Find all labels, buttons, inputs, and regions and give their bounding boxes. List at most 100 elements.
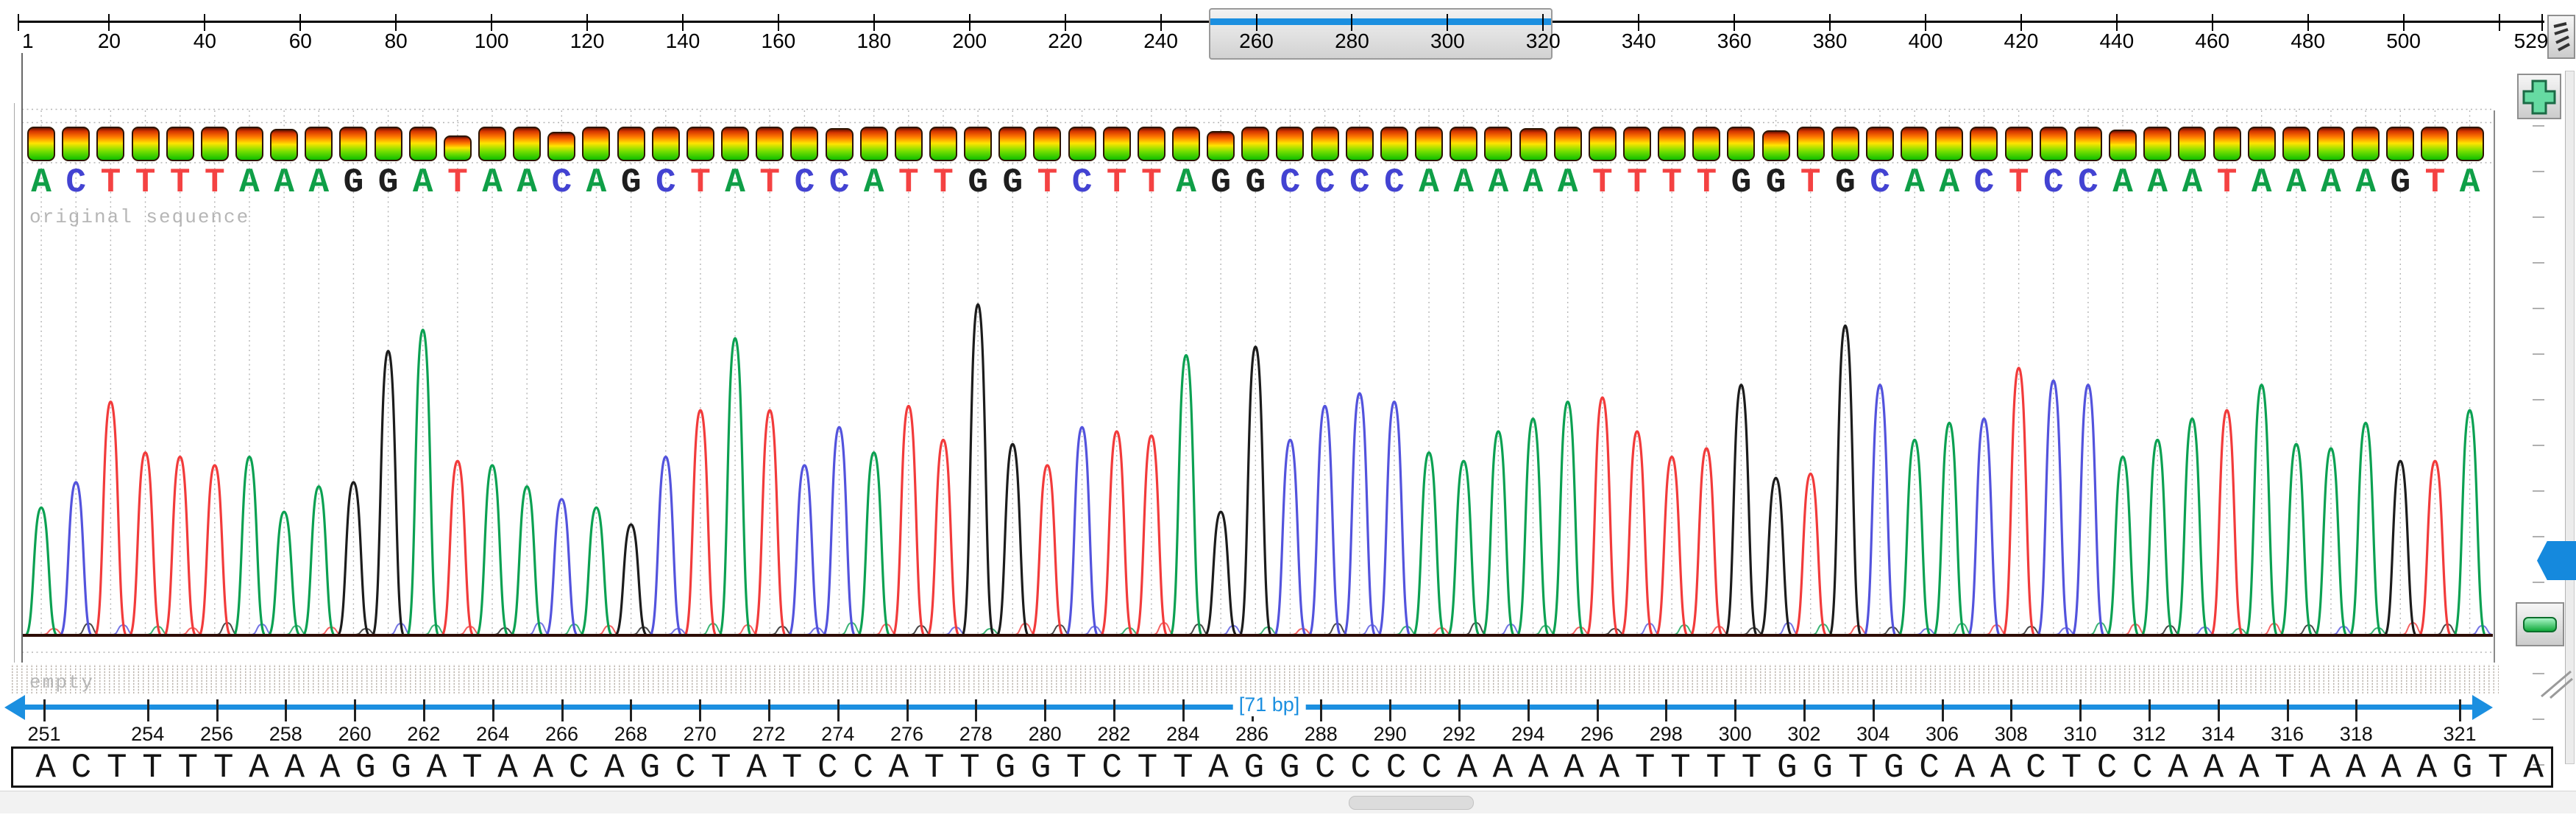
called-base-letter: T: [1696, 163, 1717, 202]
plain-base-letter: G: [995, 749, 1015, 787]
plain-base-letter: A: [1528, 749, 1549, 787]
ruler-tick: [1256, 14, 1257, 31]
plain-base-letter: A: [1955, 749, 1976, 787]
quality-block: [478, 127, 506, 161]
scale-label: 318: [2340, 723, 2373, 746]
plain-base-letter: T: [107, 749, 127, 787]
scale-label: 290: [1374, 723, 1407, 746]
zoom-in-button[interactable]: [2517, 74, 2561, 119]
called-base-letter: A: [2147, 163, 2168, 202]
called-base-letter: A: [2286, 163, 2307, 202]
scale-tick: [837, 699, 840, 721]
quality-block: [721, 127, 749, 161]
scale-label: 306: [1926, 723, 1959, 746]
zoom-out-button[interactable]: [2516, 602, 2564, 646]
scale-tick: [2287, 699, 2289, 721]
quality-block: [1415, 127, 1443, 161]
quality-block: [652, 127, 680, 161]
called-base-letter: T: [205, 163, 225, 202]
called-base-letter: G: [1210, 163, 1231, 202]
quality-block: [444, 135, 472, 161]
plain-base-letter: A: [533, 749, 554, 787]
called-base-letter: T: [2217, 163, 2238, 202]
zoom-slider-dash: [2533, 582, 2544, 583]
scale-tick: [1665, 699, 1667, 721]
scale-tick: [561, 699, 564, 721]
quality-block: [201, 127, 229, 161]
plain-base-letter: G: [1777, 749, 1798, 787]
scale-tick: [1873, 699, 1875, 721]
called-base-letter: A: [2182, 163, 2203, 202]
scale-tick: [354, 699, 356, 721]
quality-block: [964, 127, 992, 161]
quality-block: [1241, 127, 1269, 161]
scale-label: 260: [338, 723, 372, 746]
ruler-tick: [2403, 14, 2405, 31]
scale-tick: [216, 699, 219, 721]
plain-base-letter: C: [1919, 749, 1940, 787]
quality-block: [1658, 127, 1686, 161]
quality-block: [166, 127, 194, 161]
horizontal-scrollbar-thumb[interactable]: [1349, 796, 1474, 810]
plain-base-letter: A: [35, 749, 56, 787]
ruler-label: 80: [385, 29, 408, 53]
called-base-letter: T: [1627, 163, 1647, 202]
scale-label: 268: [614, 723, 647, 746]
scale-tick: [492, 699, 494, 721]
chromatogram-viewer: 1204060801001201401601802002202402602803…: [0, 0, 2576, 826]
scale-tick: [1113, 699, 1115, 721]
scale-tick: [1942, 699, 1944, 721]
scale-label: 276: [890, 723, 923, 746]
plain-base-letter: A: [2416, 749, 2437, 787]
quality-block: [270, 129, 298, 161]
quality-block: [235, 127, 263, 161]
scale-label: 256: [200, 723, 233, 746]
ruler-label: 1: [22, 29, 34, 53]
ruler-label: 480: [2291, 29, 2325, 53]
plain-base-letter: T: [1066, 749, 1087, 787]
ruler-label: 420: [2004, 29, 2039, 53]
ruler-tick: [18, 14, 19, 31]
horizontal-scrollbar[interactable]: [0, 791, 2576, 813]
ruler-label: 40: [194, 29, 216, 53]
ruler-tick: [969, 14, 971, 31]
ruler-tick: [873, 14, 875, 31]
quality-block: [686, 127, 714, 161]
quality-block: [62, 127, 90, 161]
quality-block: [1311, 127, 1339, 161]
plain-base-letter: C: [675, 749, 696, 787]
zoom-slider-track[interactable]: [2565, 71, 2575, 764]
ruler-tick: [1734, 14, 1735, 31]
called-base-letter: C: [1072, 163, 1093, 202]
called-base-letter: T: [170, 163, 191, 202]
called-base-letter: C: [1315, 163, 1335, 202]
ruler-tick: [2116, 14, 2118, 31]
plain-base-letter: C: [1422, 749, 1442, 787]
plus-icon: [2520, 77, 2558, 116]
plain-base-letter: G: [1031, 749, 1051, 787]
ruler-tick: [1542, 14, 1544, 31]
ruler-label: 160: [762, 29, 796, 53]
quality-block: [2005, 127, 2033, 161]
original-sequence-label: original sequence: [29, 206, 249, 228]
scale-label: 286: [1235, 723, 1269, 746]
scale-label: 302: [1787, 723, 1820, 746]
corner-button[interactable]: [2547, 15, 2575, 59]
plain-base-letter: A: [604, 749, 625, 787]
scale-tick: [2079, 699, 2082, 721]
plain-base-letter: C: [1101, 749, 1122, 787]
quality-block: [2352, 127, 2380, 161]
called-base-letter: C: [65, 163, 86, 202]
plain-base-letter: A: [2239, 749, 2260, 787]
scale-tick: [975, 699, 977, 721]
plain-base-letter: C: [2026, 749, 2046, 787]
called-base-letter: A: [2252, 163, 2272, 202]
plain-base-letter: A: [249, 749, 269, 787]
plain-base-letter: G: [1884, 749, 1904, 787]
quality-block: [2143, 127, 2171, 161]
quality-block: [2386, 127, 2414, 161]
ruler-tick: [299, 14, 301, 31]
scale-tick: [1044, 699, 1046, 721]
ruler-label: 500: [2386, 29, 2421, 53]
plain-base-letter: A: [320, 749, 341, 787]
